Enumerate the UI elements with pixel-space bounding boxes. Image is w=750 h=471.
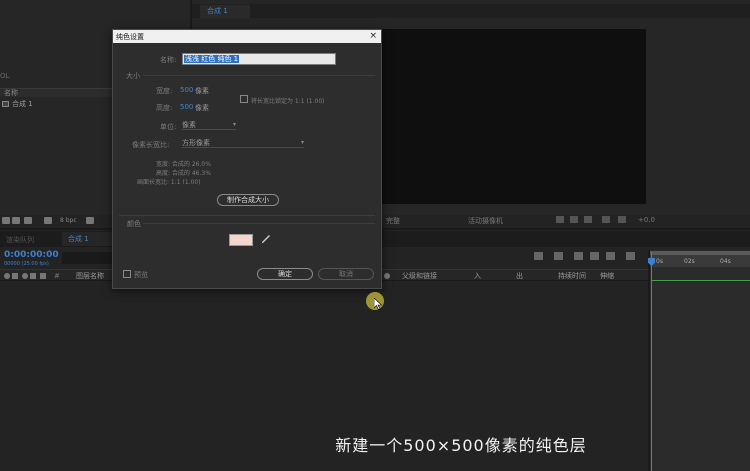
tab-composition[interactable]: 合成 1 — [200, 5, 250, 18]
visibility-icon[interactable] — [4, 273, 10, 279]
size-section-label: 大小 — [126, 72, 140, 80]
lock-aspect-label: 将长宽比锁定为 1:1 (1.00) — [251, 98, 325, 105]
height-unit: 像素 — [195, 104, 209, 112]
audio-icon[interactable] — [12, 273, 18, 279]
graph-editor-icon[interactable] — [626, 252, 635, 260]
info-frame-aspect: 画面长宽比: 1:1 (1.00) — [137, 179, 201, 186]
flowchart-icon[interactable] — [618, 216, 626, 223]
pixel-aspect-label: 像素长宽比: — [132, 141, 170, 149]
camera-select[interactable]: 活动摄像机 — [468, 216, 503, 226]
section-divider — [143, 223, 375, 224]
motion-blur-icon[interactable] — [606, 252, 615, 260]
timeline-search-input[interactable] — [62, 252, 117, 264]
color-swatch[interactable] — [229, 234, 253, 246]
solid-settings-dialog: 纯色设置 × 名称: 浅浅 红色 纯色 1 大小 宽度: 500 像素 将长宽比… — [112, 29, 382, 289]
panel-label: OL — [0, 72, 10, 80]
parent-link-header[interactable]: 父级和链接 — [402, 271, 437, 281]
frame-blend-icon[interactable] — [590, 252, 599, 260]
viewer-tabbar — [192, 4, 750, 18]
preview-label: 预览 — [134, 271, 148, 279]
color-section-label: 颜色 — [127, 220, 141, 228]
snapshot-icon[interactable] — [584, 216, 592, 223]
ok-button[interactable]: 确定 — [257, 268, 313, 280]
dialog-titlebar[interactable] — [113, 30, 381, 43]
out-header[interactable]: 出 — [516, 271, 523, 281]
close-icon[interactable]: × — [369, 31, 377, 41]
name-label: 名称: — [160, 56, 177, 64]
make-comp-size-button[interactable]: 制作合成大小 — [217, 194, 279, 206]
name-input-value: 浅浅 红色 纯色 1 — [184, 55, 240, 63]
section-divider — [143, 75, 375, 76]
layer-duration-bar — [652, 280, 750, 281]
channel-icon[interactable] — [602, 216, 610, 223]
layer-name-header[interactable]: 图层名称 — [76, 271, 104, 281]
current-time[interactable]: 0:00:00:00 — [4, 250, 59, 260]
layer-number-header: # — [54, 272, 60, 280]
trash-icon[interactable] — [86, 217, 94, 224]
cancel-button[interactable]: 取消 — [318, 268, 374, 280]
ruler-tick-2: 02s — [684, 258, 695, 265]
height-label: 高度: — [156, 104, 173, 112]
draft-3d-icon[interactable] — [554, 252, 563, 260]
grid-icon[interactable] — [570, 216, 578, 223]
adjust-icon[interactable] — [44, 217, 52, 224]
section-divider — [119, 215, 375, 216]
preview-checkbox[interactable] — [123, 270, 131, 278]
composition-canvas[interactable] — [372, 29, 646, 204]
project-item-comp[interactable]: 合成 1 — [0, 99, 112, 109]
chevron-down-icon: ▾ — [232, 121, 236, 128]
parent-pickwhip-icon — [384, 273, 390, 279]
bpc-label[interactable]: 8 bpc — [60, 217, 77, 224]
pixel-aspect-value: 方形像素 — [182, 139, 210, 147]
region-icon[interactable] — [556, 216, 564, 223]
eyedropper-icon[interactable] — [261, 234, 273, 246]
lock-icon[interactable] — [30, 273, 36, 279]
width-unit: 像素 — [195, 87, 209, 95]
frame-count: 00000 (25.00 fps) — [4, 261, 49, 267]
units-select[interactable]: 像素 ▾ — [182, 120, 236, 130]
width-value[interactable]: 500 — [180, 86, 193, 94]
pixel-aspect-select[interactable]: 方形像素 ▾ — [182, 138, 304, 148]
label-icon[interactable] — [40, 273, 46, 279]
composition-mini-flowchart-icon[interactable] — [534, 252, 543, 260]
new-folder-icon[interactable] — [12, 217, 20, 224]
height-value[interactable]: 500 — [180, 103, 193, 111]
width-label: 宽度: — [156, 87, 173, 95]
project-column-name[interactable]: 名称 — [0, 88, 112, 97]
lock-aspect-checkbox[interactable] — [240, 95, 248, 103]
units-label: 单位: — [160, 123, 177, 131]
view-quality-select[interactable]: 完整 — [386, 216, 400, 226]
stretch-header[interactable]: 伸缩 — [600, 271, 614, 281]
duration-header[interactable]: 持续时间 — [558, 271, 586, 281]
project-toolbar: 8 bpc — [0, 217, 112, 227]
info-height: 高度: 合成的 46.3% — [156, 170, 211, 177]
info-width: 宽度: 合成的 26.0% — [156, 161, 211, 168]
viewer-toolbar: 完整 活动摄像机 +0.0 — [382, 213, 750, 227]
solo-icon[interactable] — [22, 273, 28, 279]
shy-icon[interactable] — [574, 252, 583, 260]
new-composition-icon[interactable] — [24, 217, 32, 224]
ruler-tick-4: 04s — [720, 258, 731, 265]
ruler-tick-0: 0s — [656, 258, 663, 265]
interpret-footage-icon[interactable] — [2, 217, 10, 224]
in-header[interactable]: 入 — [474, 271, 481, 281]
chevron-down-icon: ▾ — [300, 139, 304, 146]
mouse-cursor-icon — [374, 298, 382, 310]
dialog-title: 纯色设置 — [116, 33, 144, 41]
exposure-value[interactable]: +0.0 — [638, 216, 655, 224]
units-value: 像素 — [182, 121, 196, 129]
video-subtitle: 新建一个500×500像素的纯色层 — [335, 436, 587, 455]
time-ruler[interactable]: 0s 02s 04s — [650, 255, 750, 267]
tab-render-queue[interactable]: 渲染队列 — [6, 235, 34, 245]
